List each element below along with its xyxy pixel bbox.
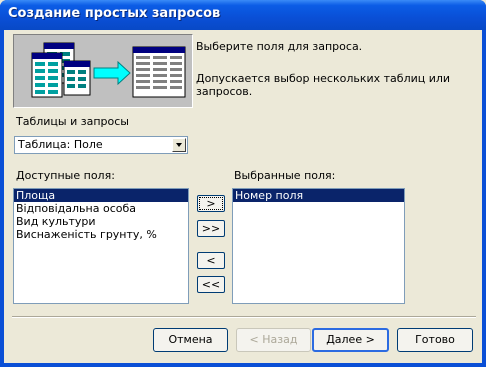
- window-title: Создание простых запросов: [8, 6, 221, 21]
- divider: [12, 316, 476, 318]
- wizard-window: Создание простых запросов Выберите поля …: [0, 0, 486, 367]
- tables-to-query-icon: [31, 42, 186, 98]
- tables-label: Таблицы и запросы: [16, 115, 129, 128]
- cancel-button[interactable]: Отмена: [153, 328, 228, 352]
- available-fields-list[interactable]: Площа Відповідальна особа Вид культури В…: [13, 188, 189, 304]
- hint-text: Допускается выбор нескольких таблиц или …: [196, 72, 451, 98]
- title-bar[interactable]: Создание простых запросов: [0, 0, 486, 30]
- selected-fields-label: Выбранные поля:: [234, 169, 336, 182]
- next-button[interactable]: Далее >: [312, 328, 389, 352]
- back-button[interactable]: < Назад: [236, 328, 311, 352]
- list-item[interactable]: Виснаженість грунту, %: [14, 228, 188, 241]
- chevron-down-icon: [176, 143, 182, 147]
- tables-dropdown-value: Таблица: Поле: [18, 138, 103, 151]
- finish-button[interactable]: Готово: [397, 328, 473, 352]
- add-all-fields-button[interactable]: >>: [197, 220, 225, 237]
- list-item[interactable]: Площа: [14, 189, 188, 202]
- dialog-body: Выберите поля для запроса. Допускается в…: [4, 30, 482, 363]
- dropdown-button[interactable]: [172, 138, 186, 152]
- remove-field-button[interactable]: <: [197, 252, 225, 269]
- available-fields-label: Доступные поля:: [16, 169, 115, 182]
- list-item[interactable]: Номер поля: [233, 189, 404, 202]
- list-item[interactable]: Відповідальна особа: [14, 202, 188, 215]
- tables-dropdown[interactable]: Таблица: Поле: [14, 136, 188, 154]
- selected-fields-list[interactable]: Номер поля: [232, 188, 405, 304]
- wizard-illustration: [13, 34, 193, 108]
- add-field-button[interactable]: >: [197, 195, 225, 212]
- list-item[interactable]: Вид культури: [14, 215, 188, 228]
- instruction-text: Выберите поля для запроса.: [196, 40, 363, 53]
- remove-all-fields-button[interactable]: <<: [197, 276, 225, 293]
